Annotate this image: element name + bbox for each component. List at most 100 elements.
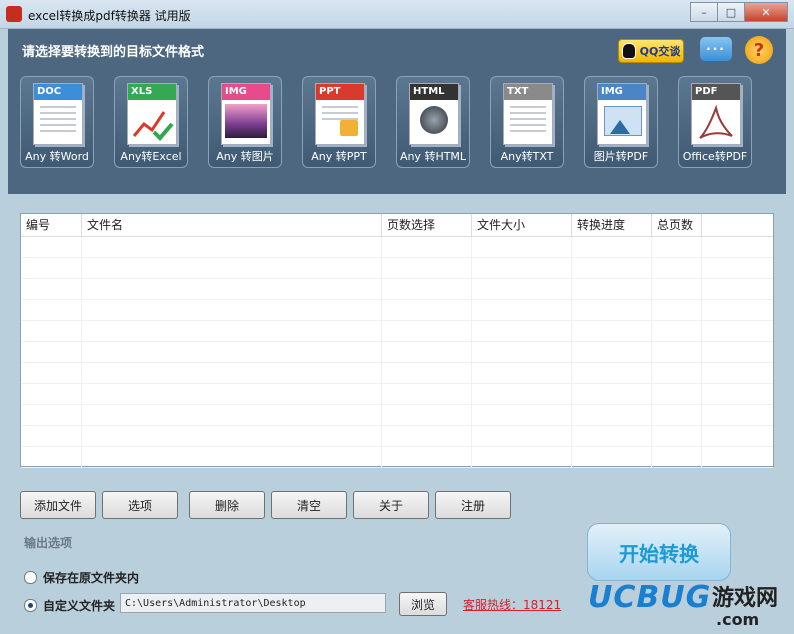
format-tag: PDF [692, 84, 740, 100]
format-label: Any 转PPT [311, 150, 367, 163]
radio-label-original: 保存在原文件夹内 [43, 571, 140, 585]
add-file-button[interactable]: 添加文件 [20, 491, 96, 519]
maximize-button[interactable]: □ [717, 2, 745, 22]
start-convert-button[interactable]: 开始转换 [587, 523, 731, 581]
table-body [21, 237, 773, 468]
format-image-to-pdf[interactable]: IMG 图片转PDF [584, 76, 658, 168]
title-bar: excel转换成pdf转换器 试用版 – □ ✕ [0, 0, 794, 29]
output-path-input[interactable]: C:\Users\Administrator\Desktop [120, 593, 386, 613]
format-any-to-txt[interactable]: TXT Any转TXT [490, 76, 564, 168]
table-cell [472, 447, 572, 467]
table-cell [82, 426, 382, 446]
image-pdf-file-icon: IMG [597, 83, 647, 145]
table-cell [382, 237, 472, 257]
radio-button-original[interactable] [24, 571, 37, 584]
table-cell [21, 300, 82, 320]
site-watermark: UCBUG 游戏网 .com [588, 576, 788, 632]
table-row[interactable] [21, 363, 773, 384]
table-cell [472, 237, 572, 257]
table-cell [472, 258, 572, 278]
table-cell [21, 321, 82, 341]
format-any-to-excel[interactable]: XLS Any转Excel [114, 76, 188, 168]
table-cell [82, 237, 382, 257]
table-header: 编号 文件名 页数选择 文件大小 转换进度 总页数 [21, 214, 773, 237]
delete-button[interactable]: 删除 [189, 491, 265, 519]
xls-file-icon: XLS [127, 83, 177, 145]
table-cell [652, 363, 702, 383]
table-cell [572, 237, 652, 257]
table-cell [382, 363, 472, 383]
table-cell [382, 300, 472, 320]
format-label: Office转PDF [682, 150, 748, 163]
table-cell [572, 321, 652, 341]
table-cell [21, 363, 82, 383]
table-row[interactable] [21, 258, 773, 279]
pdf-file-icon: PDF [691, 83, 741, 145]
html-file-icon: HTML [409, 83, 459, 145]
clear-button[interactable]: 清空 [271, 491, 347, 519]
table-row[interactable] [21, 237, 773, 258]
table-cell [382, 342, 472, 362]
table-cell [82, 342, 382, 362]
service-hotline-link[interactable]: 客服热线：18121 [463, 596, 561, 613]
radio-button-custom[interactable] [24, 599, 37, 612]
close-button[interactable]: ✕ [744, 2, 788, 22]
watermark-site: 游戏网 [712, 586, 779, 611]
table-cell [652, 447, 702, 467]
chat-bubble-icon[interactable]: ··· [700, 37, 732, 61]
minimize-button[interactable]: – [690, 2, 718, 22]
table-row[interactable] [21, 384, 773, 405]
radio-custom-folder[interactable]: 自定义文件夹 [24, 597, 115, 614]
table-row[interactable] [21, 342, 773, 363]
format-any-to-word[interactable]: DOC Any 转Word [20, 76, 94, 168]
column-header-file-size[interactable]: 文件大小 [472, 214, 572, 236]
table-cell [472, 300, 572, 320]
about-button[interactable]: 关于 [353, 491, 429, 519]
column-header-progress[interactable]: 转换进度 [572, 214, 652, 236]
radio-save-original-folder[interactable]: 保存在原文件夹内 [24, 569, 139, 586]
table-cell [21, 447, 82, 467]
table-cell [82, 447, 382, 467]
table-cell [472, 363, 572, 383]
table-cell [652, 384, 702, 404]
column-header-filename[interactable]: 文件名 [82, 214, 382, 236]
format-any-to-image[interactable]: IMG Any 转图片 [208, 76, 282, 168]
chart-check-icon [132, 111, 174, 141]
qq-chat-button[interactable]: QQ交谈 [618, 39, 684, 63]
options-button[interactable]: 选项 [102, 491, 178, 519]
format-label: Any 转HTML [399, 150, 467, 163]
column-header-index[interactable]: 编号 [21, 214, 82, 236]
table-cell [652, 279, 702, 299]
table-row[interactable] [21, 279, 773, 300]
register-button[interactable]: 注册 [435, 491, 511, 519]
format-tag: XLS [128, 84, 176, 100]
table-row[interactable] [21, 300, 773, 321]
help-icon[interactable]: ? [745, 36, 773, 64]
file-list-table[interactable]: 编号 文件名 页数选择 文件大小 转换进度 总页数 [20, 213, 774, 468]
format-label: Any 转Word [25, 150, 89, 163]
format-any-to-ppt[interactable]: PPT Any 转PPT [302, 76, 376, 168]
table-cell [382, 384, 472, 404]
format-list: DOC Any 转Word XLS Any转Excel IMG Any 转图片 [20, 76, 752, 168]
window-controls: – □ ✕ [690, 2, 788, 22]
column-header-page-range[interactable]: 页数选择 [382, 214, 472, 236]
txt-file-icon: TXT [503, 83, 553, 145]
table-row[interactable] [21, 426, 773, 447]
qq-penguin-icon [621, 43, 636, 59]
format-office-to-pdf[interactable]: PDF Office转PDF [678, 76, 752, 168]
column-header-total-pages[interactable]: 总页数 [652, 214, 702, 236]
format-label: Any 转图片 [216, 150, 274, 163]
table-cell [572, 405, 652, 425]
table-cell [652, 258, 702, 278]
table-cell [472, 405, 572, 425]
table-cell [382, 279, 472, 299]
table-row[interactable] [21, 405, 773, 426]
format-label: Any转Excel [120, 150, 182, 163]
format-any-to-html[interactable]: HTML Any 转HTML [396, 76, 470, 168]
table-row[interactable] [21, 447, 773, 468]
table-row[interactable] [21, 321, 773, 342]
table-cell [472, 384, 572, 404]
table-cell [472, 321, 572, 341]
table-cell [82, 363, 382, 383]
browse-button[interactable]: 浏览 [399, 592, 447, 616]
